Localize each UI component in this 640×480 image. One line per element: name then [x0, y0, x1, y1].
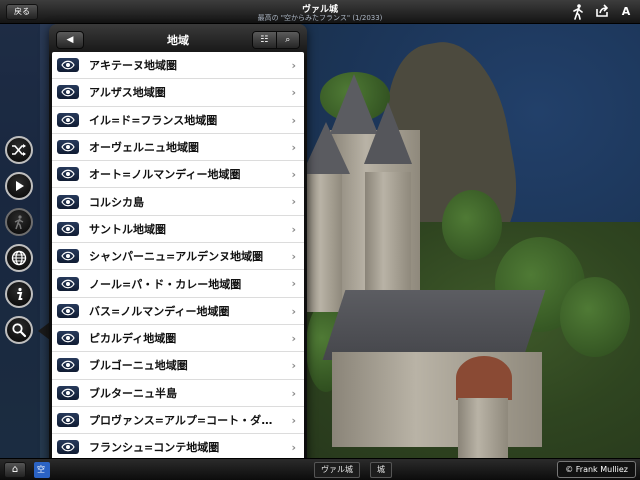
region-name: ブルゴーニュ地域圏: [89, 359, 188, 373]
eye-icon[interactable]: [57, 331, 79, 346]
region-list-item[interactable]: ブルゴーニュ地域圏 ›: [52, 352, 304, 380]
region-name: バス=ノルマンディー地域圏: [89, 304, 230, 318]
bottom-breadcrumb-bar: ⌂ 空 ヴァル城 城 © Frank Mulliez: [0, 458, 640, 480]
list-view-icon[interactable]: ☷: [253, 32, 276, 48]
breadcrumb-active[interactable]: 空: [34, 462, 50, 478]
eye-icon[interactable]: [57, 112, 79, 127]
eye-icon[interactable]: [57, 194, 79, 209]
walk-mode-button[interactable]: [5, 208, 33, 236]
chevron-right-icon: ›: [291, 331, 296, 345]
chevron-right-icon: ›: [291, 250, 296, 264]
eye-icon[interactable]: [57, 440, 79, 455]
region-list: アキテーヌ地域圏 › アルザス地域圏 › イル=ド=フランス地域圏 › オーヴェルニュ地域圏…: [52, 52, 304, 462]
region-list-item[interactable]: シャンパーニュ=アルデンヌ地域圏 ›: [52, 243, 304, 271]
tree: [442, 190, 502, 260]
globe-button[interactable]: [5, 244, 33, 272]
top-navigation-bar: 戻る ヴァル城 最高の "空からみたフランス" (1/2033) A: [0, 0, 640, 24]
play-icon: [16, 181, 24, 191]
eye-icon[interactable]: [57, 140, 79, 155]
chevron-right-icon: ›: [291, 304, 296, 318]
region-name: イル=ド=フランス地域圏: [89, 113, 218, 127]
walk-disabled-icon: [14, 215, 24, 230]
chevron-right-icon: ›: [291, 277, 296, 291]
eye-icon[interactable]: [57, 58, 79, 73]
eye-icon[interactable]: [57, 303, 79, 318]
eye-icon[interactable]: [57, 249, 79, 264]
chevron-right-icon: ›: [291, 59, 296, 72]
chevron-right-icon: ›: [291, 113, 296, 127]
side-control-strip: [0, 24, 40, 458]
font-size-icon[interactable]: A: [618, 4, 634, 20]
castle-tower: [458, 398, 508, 458]
region-name: アキテーヌ地域圏: [89, 59, 177, 73]
chevron-right-icon: ›: [291, 140, 296, 154]
info-icon: [17, 287, 23, 300]
region-list-item[interactable]: アキテーヌ地域圏 ›: [52, 52, 304, 80]
chevron-right-icon: ›: [291, 441, 296, 455]
shuffle-button[interactable]: [5, 136, 33, 164]
eye-icon[interactable]: [57, 276, 79, 291]
region-list-item[interactable]: オート=ノルマンディー地域圏 ›: [52, 161, 304, 189]
eye-icon[interactable]: [57, 385, 79, 400]
chevron-right-icon: ›: [291, 86, 296, 100]
region-list-item[interactable]: ブルターニュ半島 ›: [52, 380, 304, 407]
globe-icon: [11, 250, 27, 266]
region-list-item[interactable]: プロヴァンス=アルプ=コート・ダジュール地域圏 ›: [52, 407, 304, 435]
eye-icon[interactable]: [57, 358, 79, 373]
chevron-right-icon: ›: [291, 413, 296, 427]
walk-icon[interactable]: [570, 4, 586, 20]
eye-icon[interactable]: [57, 85, 79, 100]
share-icon[interactable]: [594, 4, 610, 20]
region-name: プロヴァンス=アルプ=コート・ダジュール地域圏: [89, 414, 279, 427]
view-toggle: ☷ ⌕: [252, 31, 300, 49]
popover-header: ◀ 地域 ☷ ⌕: [52, 27, 304, 52]
search-icon: [12, 323, 27, 338]
search-button[interactable]: [5, 316, 33, 344]
eye-icon[interactable]: [57, 167, 79, 182]
tree: [560, 277, 630, 357]
region-popover: ◀ 地域 ☷ ⌕ アキテーヌ地域圏 › アルザス地域圏 › イル=ド=フランス地域圏 › オ…: [49, 24, 307, 468]
red-tower-roof: [456, 356, 512, 400]
page-subtitle: 最高の "空からみたフランス" (1/2033): [257, 14, 383, 22]
region-name: ノール=パ・ド・カレー地域圏: [89, 277, 242, 291]
play-button[interactable]: [5, 172, 33, 200]
region-name: シャンパーニュ=アルデンヌ地域圏: [89, 250, 264, 264]
region-list-item[interactable]: バス=ノルマンディー地域圏 ›: [52, 298, 304, 325]
breadcrumb-item[interactable]: ヴァル城: [314, 462, 360, 478]
info-button[interactable]: [5, 280, 33, 308]
region-list-item[interactable]: ノール=パ・ド・カレー地域圏 ›: [52, 270, 304, 298]
chevron-right-icon: ›: [291, 222, 296, 236]
region-list-item[interactable]: ピカルディ地域圏 ›: [52, 325, 304, 353]
tower-roof: [364, 102, 412, 164]
photo-credit[interactable]: © Frank Mulliez: [557, 461, 636, 478]
eye-icon[interactable]: [57, 221, 79, 236]
region-name: アルザス地域圏: [89, 86, 166, 100]
breadcrumb-item[interactable]: 城: [370, 462, 392, 478]
shuffle-icon: [12, 144, 26, 156]
chevron-right-icon: ›: [291, 195, 296, 209]
region-list-item[interactable]: サントル地域圏 ›: [52, 216, 304, 244]
region-name: コルシカ島: [89, 195, 144, 209]
popover-search-icon[interactable]: ⌕: [275, 32, 299, 48]
chevron-right-icon: ›: [291, 168, 296, 182]
region-list-item[interactable]: オーヴェルニュ地域圏 ›: [52, 134, 304, 162]
eye-icon[interactable]: [57, 413, 79, 427]
region-list-item[interactable]: アルザス地域圏 ›: [52, 79, 304, 107]
tower-roof: [302, 122, 350, 174]
region-list-item[interactable]: コルシカ島 ›: [52, 188, 304, 216]
home-icon[interactable]: ⌂: [4, 462, 26, 478]
hall-roof: [322, 290, 546, 360]
region-name: サントル地域圏: [89, 222, 166, 236]
region-name: ブルターニュ半島: [89, 386, 177, 400]
region-name: オーヴェルニュ地域圏: [89, 141, 199, 155]
chevron-right-icon: ›: [291, 359, 296, 373]
region-name: フランシュ=コンテ地域圏: [89, 441, 220, 455]
region-list-item[interactable]: イル=ド=フランス地域圏 ›: [52, 107, 304, 134]
region-name: ピカルディ地域圏: [89, 332, 177, 346]
castle-tower: [306, 172, 342, 312]
region-name: オート=ノルマンディー地域圏: [89, 168, 241, 182]
chevron-right-icon: ›: [291, 386, 296, 400]
